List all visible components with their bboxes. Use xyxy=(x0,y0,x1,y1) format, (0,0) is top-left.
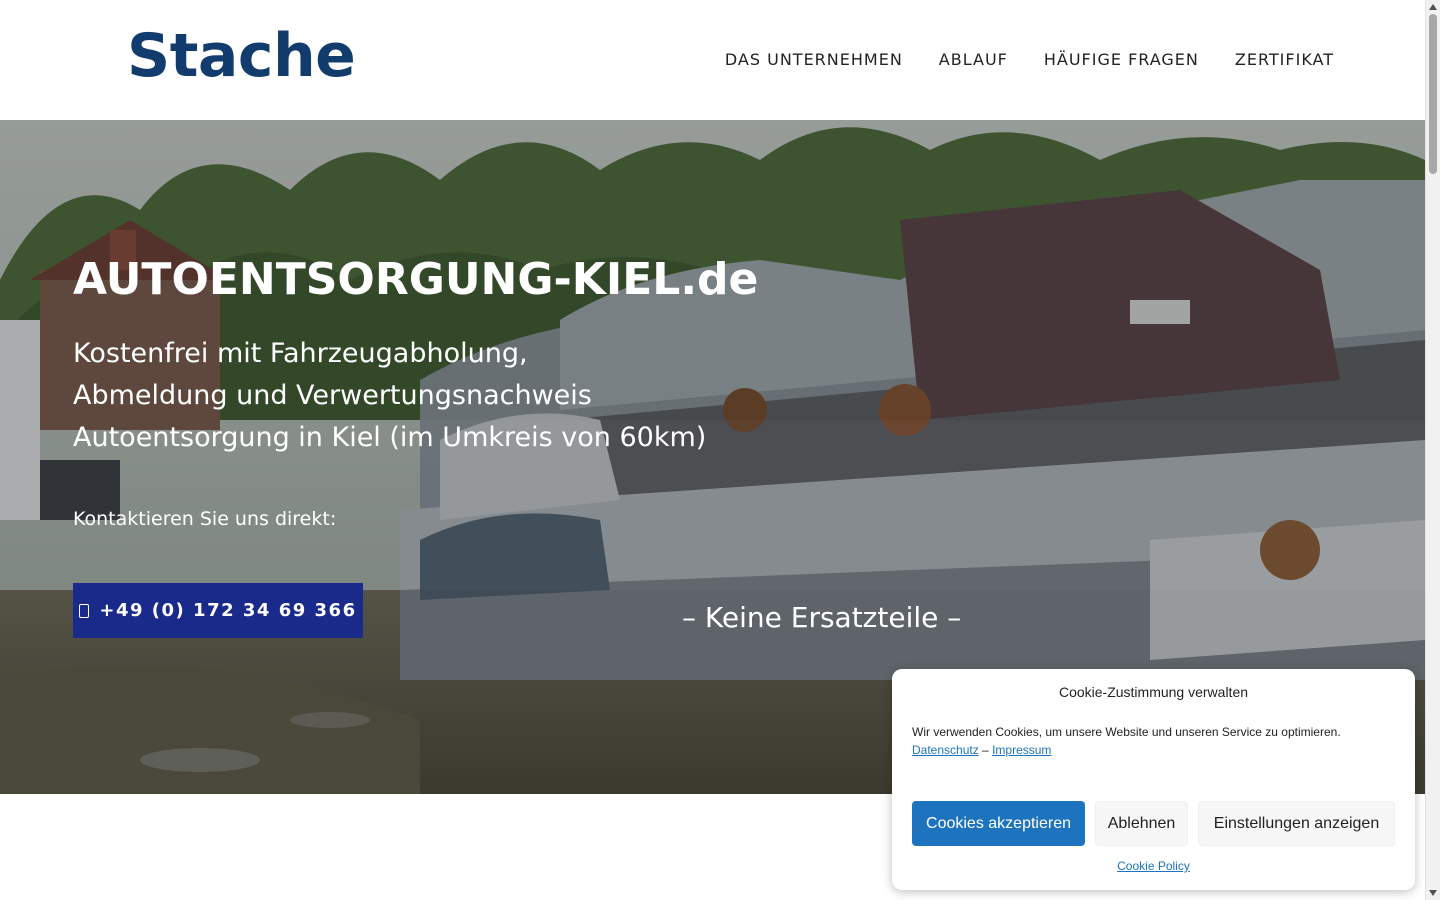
imprint-link[interactable]: Impressum xyxy=(992,743,1051,757)
hero-tagline: – Keine Ersatzteile – xyxy=(682,601,962,634)
nav-item-zertifikat[interactable]: ZERTIFIKAT xyxy=(1235,48,1334,72)
accept-cookies-button[interactable]: Cookies akzeptieren xyxy=(912,801,1085,846)
nav-item-das-unternehmen[interactable]: DAS UNTERNEHMEN xyxy=(725,48,903,72)
site-header: Stache DAS UNTERNEHMEN ABLAUF HÄUFIGE FR… xyxy=(0,0,1425,120)
phone-number: +49 (0) 172 34 69 366 xyxy=(99,600,357,621)
hero-subtitle: Kostenfrei mit Fahrzeugabholung, Abmeldu… xyxy=(73,333,706,459)
scrollbar-thumb[interactable] xyxy=(1429,14,1437,174)
deny-cookies-button[interactable]: Ablehnen xyxy=(1095,801,1188,846)
cookie-links: Datenschutz – Impressum xyxy=(912,741,1051,759)
cookie-policy-link[interactable]: Cookie Policy xyxy=(892,859,1415,873)
page-scrollbar[interactable] xyxy=(1425,0,1440,900)
privacy-link[interactable]: Datenschutz xyxy=(912,743,979,757)
page: Stache DAS UNTERNEHMEN ABLAUF HÄUFIGE FR… xyxy=(0,0,1440,900)
phone-button[interactable]: +49 (0) 172 34 69 366 xyxy=(73,583,363,638)
hero-subtitle-line: Autoentsorgung in Kiel (im Umkreis von 6… xyxy=(73,422,707,453)
nav-item-haeufige-fragen[interactable]: HÄUFIGE FRAGEN xyxy=(1044,48,1199,72)
hero-subtitle-line: Kostenfrei mit Fahrzeugabholung, xyxy=(73,338,528,369)
cookie-consent-banner: Cookie-Zustimmung verwalten Wir verwende… xyxy=(892,669,1415,890)
phone-icon xyxy=(79,603,90,618)
cookie-text: Wir verwenden Cookies, um unsere Website… xyxy=(912,725,1341,739)
site-logo[interactable]: Stache xyxy=(127,18,356,94)
contact-label: Kontaktieren Sie uns direkt: xyxy=(73,508,337,530)
link-separator: – xyxy=(982,743,989,757)
main-nav: DAS UNTERNEHMEN ABLAUF HÄUFIGE FRAGEN ZE… xyxy=(725,48,1334,72)
hero-subtitle-line: Abmeldung und Verwertungsnachweis xyxy=(73,380,592,411)
hero-title: AUTOENTSORGUNG-KIEL.de xyxy=(73,254,759,305)
scroll-up-arrow-icon[interactable] xyxy=(1429,4,1437,10)
nav-item-ablauf[interactable]: ABLAUF xyxy=(939,48,1008,72)
cookie-title: Cookie-Zustimmung verwalten xyxy=(1058,684,1249,700)
scroll-down-arrow-icon[interactable] xyxy=(1429,890,1437,896)
cookie-settings-button[interactable]: Einstellungen anzeigen xyxy=(1198,801,1395,846)
